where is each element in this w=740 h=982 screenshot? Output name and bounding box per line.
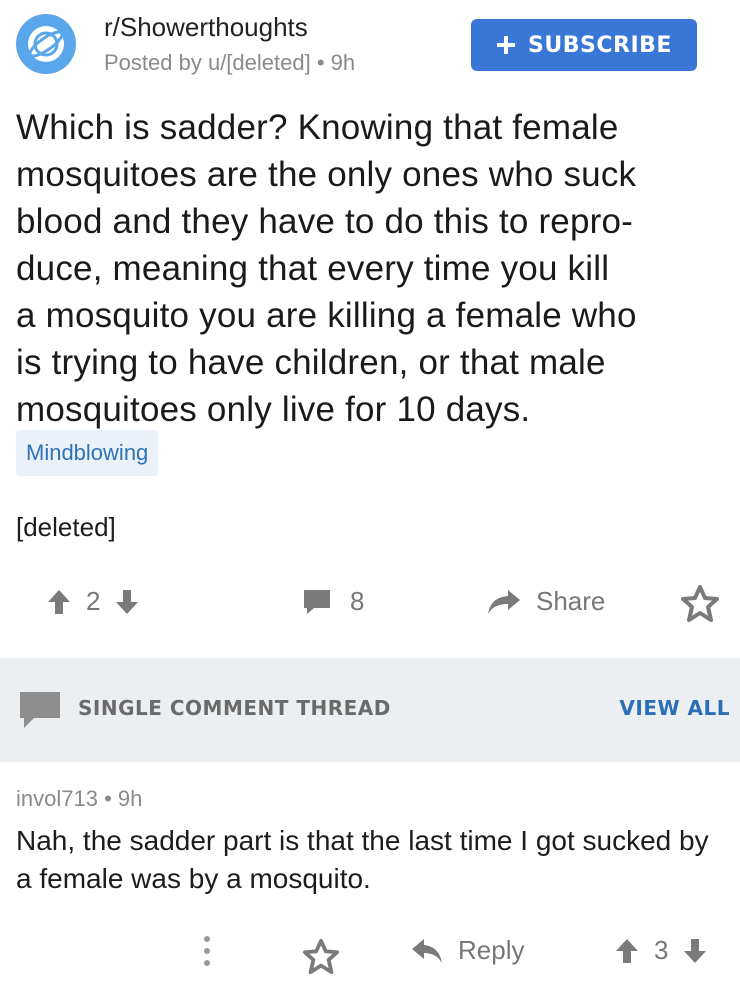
post-vote-controls: 2 xyxy=(46,586,140,617)
post-body: [deleted] xyxy=(16,512,116,542)
title-line: is trying to have children, or that male xyxy=(16,343,606,382)
share-arrow-icon xyxy=(488,589,520,614)
title-line: blood and they have to do this to repro- xyxy=(16,202,634,241)
title-line: duce, meaning that every time you kill xyxy=(16,249,610,288)
subscribe-label: SUBSCRIBE xyxy=(528,32,672,58)
subreddit-name[interactable]: r/Showerthoughts xyxy=(104,12,308,43)
post-meta: Posted by u/[deleted] • 9h xyxy=(104,50,355,76)
reply-label: Reply xyxy=(458,935,525,965)
comment-vote-controls: 3 xyxy=(614,935,708,966)
more-options-button[interactable] xyxy=(202,934,212,976)
downvote-icon[interactable] xyxy=(114,588,140,616)
reply-arrow-icon xyxy=(412,938,442,963)
thread-comment-icon xyxy=(20,692,60,728)
star-icon xyxy=(681,585,719,622)
subreddit-planet-icon[interactable] xyxy=(16,14,76,74)
comment-score: 3 xyxy=(654,935,669,965)
upvote-icon[interactable] xyxy=(614,937,640,965)
subscribe-button[interactable]: SUBSCRIBE xyxy=(471,19,697,71)
view-all-link[interactable]: VIEW ALL xyxy=(619,696,730,720)
post-score: 2 xyxy=(86,586,101,616)
comment-save-button[interactable] xyxy=(302,938,340,981)
comments-button[interactable]: 8 xyxy=(302,586,364,617)
share-label: Share xyxy=(536,586,606,616)
comment-meta: invol713 • 9h xyxy=(16,786,142,812)
more-dots-icon xyxy=(204,936,210,966)
post-title[interactable]: Which is sadder? Knowing that female mos… xyxy=(16,104,736,433)
share-button[interactable]: Share xyxy=(486,586,605,617)
reply-button[interactable]: Reply xyxy=(410,935,524,966)
comment-author[interactable]: invol713 xyxy=(16,786,98,811)
title-line: mosquitoes only live for 10 days. xyxy=(16,390,531,429)
downvote-icon[interactable] xyxy=(682,937,708,965)
comment-age: 9h xyxy=(117,786,143,811)
single-thread-label: SINGLE COMMENT THREAD xyxy=(78,696,391,720)
post-age: 9h xyxy=(330,50,356,75)
save-star-button[interactable] xyxy=(680,584,720,629)
title-line: a mosquito you are killing a female who xyxy=(16,296,637,335)
post-flair[interactable]: Mindblowing xyxy=(16,430,159,476)
comment-count: 8 xyxy=(350,586,365,616)
comment-separator: • xyxy=(104,786,112,811)
title-line: mosquitoes are the only ones who suck xyxy=(16,155,637,194)
comment-body: Nah, the sadder part is that the last ti… xyxy=(16,825,709,894)
star-icon xyxy=(302,938,340,975)
title-line: Which is sadder? Knowing that female xyxy=(16,108,619,147)
meta-separator: • xyxy=(316,50,325,75)
posted-by: Posted by u/[deleted] xyxy=(104,50,311,75)
upvote-icon[interactable] xyxy=(46,588,72,616)
comment-icon xyxy=(304,589,330,614)
plus-icon xyxy=(497,36,516,54)
